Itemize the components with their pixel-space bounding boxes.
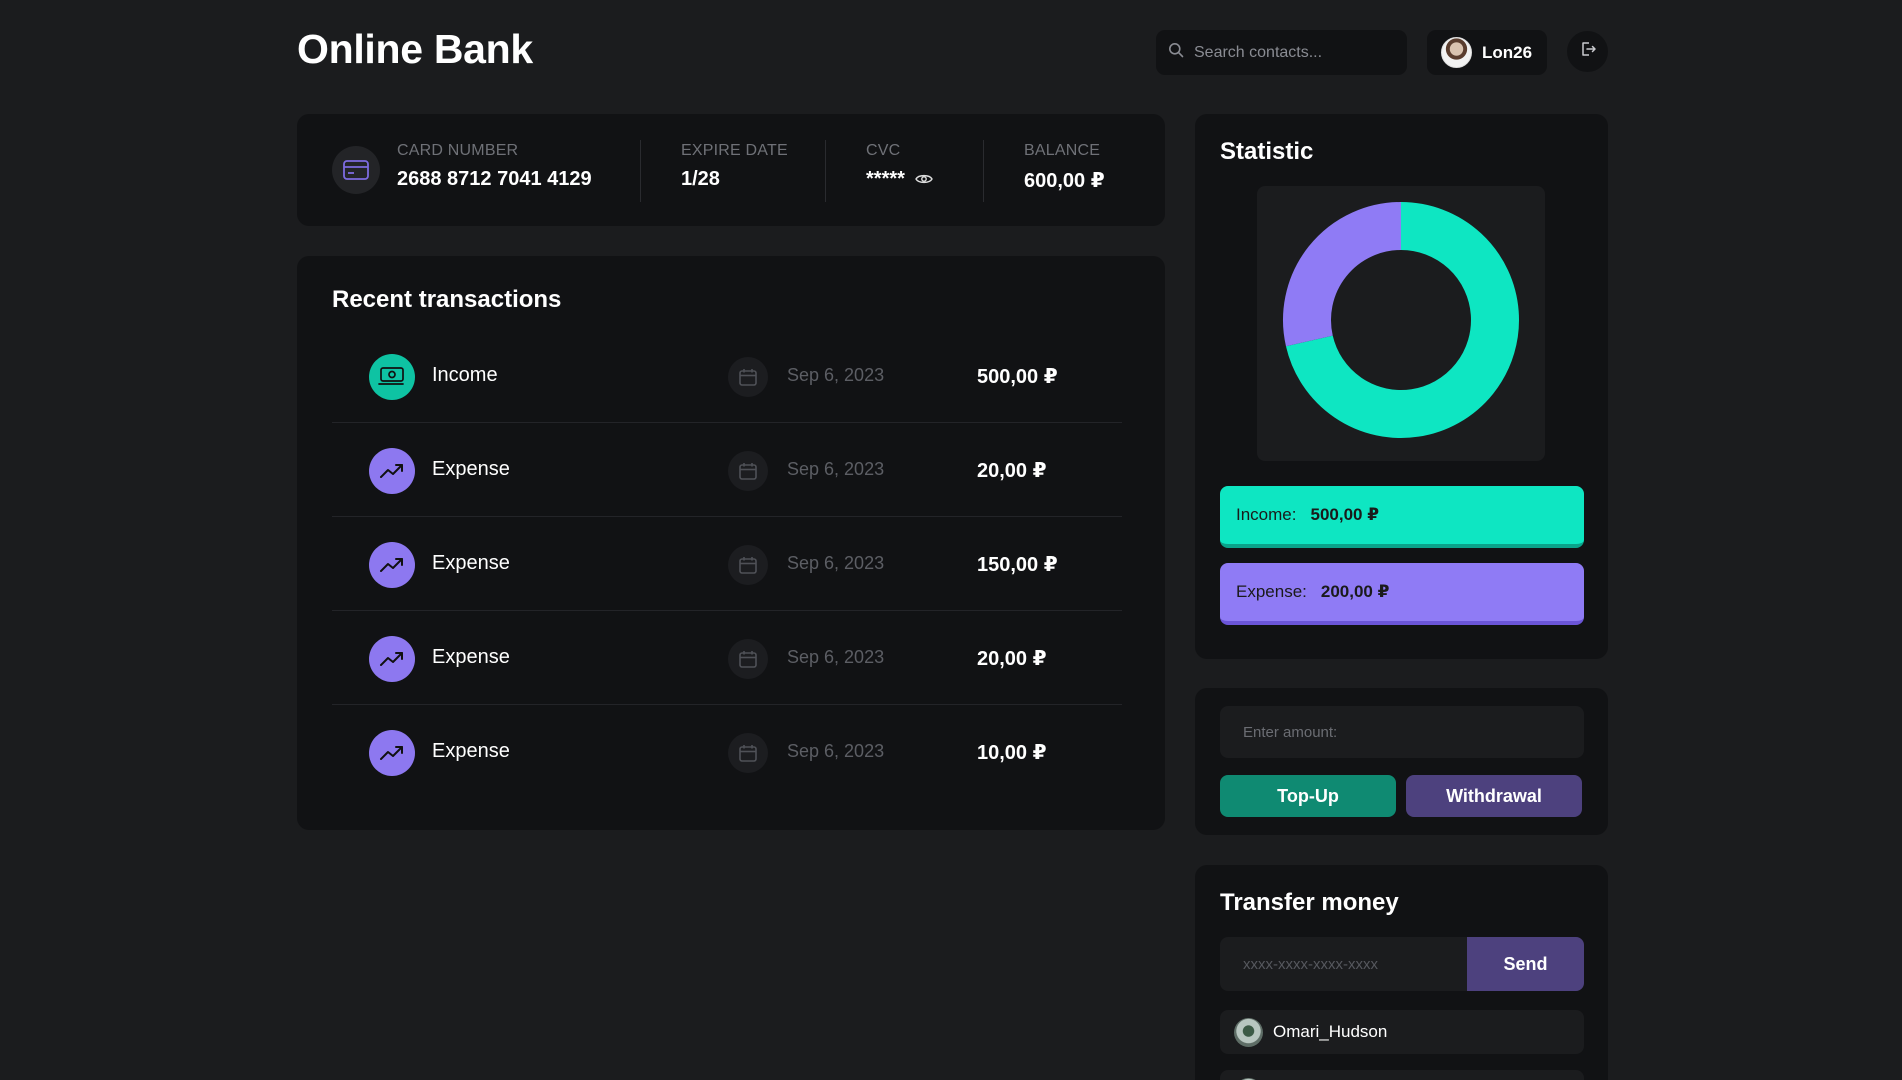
contact-item[interactable]	[1220, 1070, 1584, 1080]
calendar-icon	[728, 357, 768, 397]
transaction-type: Expense	[432, 552, 510, 574]
card-number-label: CARD NUMBER	[397, 142, 519, 159]
cvc-label: CVC	[866, 142, 901, 159]
balance-value: 600,00 ₽	[1024, 170, 1105, 192]
transaction-amount: 10,00 ₽	[977, 742, 1047, 764]
card-info-panel: CARD NUMBER 2688 8712 7041 4129 EXPIRE D…	[297, 114, 1165, 226]
search-input[interactable]	[1194, 43, 1384, 62]
transaction-date: Sep 6, 2023	[787, 741, 885, 761]
divider	[640, 140, 641, 202]
eye-icon[interactable]	[915, 168, 933, 191]
trending-up-icon	[369, 448, 415, 494]
transactions-title: Recent transactions	[332, 286, 562, 313]
transaction-row[interactable]: Expense Sep 6, 2023 20,00 ₽	[332, 423, 1122, 517]
transaction-row[interactable]: Expense Sep 6, 2023 150,00 ₽	[332, 517, 1122, 611]
donut-chart	[1257, 186, 1545, 461]
expense-value: 200,00 ₽	[1320, 582, 1390, 601]
search-box[interactable]	[1156, 30, 1407, 75]
transaction-row[interactable]: Expense Sep 6, 2023 20,00 ₽	[332, 611, 1122, 705]
statistic-panel: Statistic Income: 500,00 ₽ Expense: 200,…	[1195, 114, 1608, 659]
balance-field: BALANCE 600,00 ₽	[1024, 142, 1105, 193]
calendar-icon	[728, 545, 768, 585]
transaction-type: Expense	[432, 458, 510, 480]
search-icon	[1168, 42, 1184, 63]
online-bank-app: Online Bank Lon26 CARD NUMBER 2688 8712 …	[0, 0, 1902, 1080]
transfer-title: Transfer money	[1220, 889, 1399, 916]
avatar	[1441, 37, 1472, 68]
username: Lon26	[1482, 42, 1533, 62]
calendar-icon	[728, 733, 768, 773]
cvc-value: *****	[866, 168, 905, 190]
transaction-amount: 20,00 ₽	[977, 648, 1047, 670]
donut-chart-svg	[1283, 202, 1519, 438]
cvc-field: CVC *****	[866, 142, 933, 191]
logout-icon	[1579, 40, 1597, 63]
withdrawal-button[interactable]: Withdrawal	[1406, 775, 1582, 817]
expense-summary: Expense: 200,00 ₽	[1220, 563, 1584, 625]
contact-item[interactable]: Omari_Hudson	[1220, 1010, 1584, 1054]
divider	[983, 140, 984, 202]
top-up-button[interactable]: Top-Up	[1220, 775, 1396, 817]
transaction-date: Sep 6, 2023	[787, 647, 885, 667]
page-title: Online Bank	[297, 26, 533, 72]
transaction-row[interactable]: Expense Sep 6, 2023 10,00 ₽	[332, 705, 1122, 799]
transfer-money-panel: Transfer money Send Omari_Hudson	[1195, 865, 1608, 1080]
recent-transactions-panel: Recent transactions Income Sep 6, 2023 5…	[297, 256, 1165, 830]
card-number-value: 2688 8712 7041 4129	[397, 168, 592, 190]
balance-label: BALANCE	[1024, 142, 1101, 159]
send-button[interactable]: Send	[1467, 937, 1584, 991]
transaction-row[interactable]: Income Sep 6, 2023 500,00 ₽	[332, 329, 1122, 423]
avatar	[1234, 1017, 1263, 1047]
transaction-date: Sep 6, 2023	[787, 365, 885, 385]
credit-card-icon	[332, 146, 380, 194]
donut-slice-expense	[1283, 202, 1402, 347]
card-number-field: CARD NUMBER 2688 8712 7041 4129	[397, 142, 592, 191]
transaction-date: Sep 6, 2023	[787, 553, 885, 573]
income-summary: Income: 500,00 ₽	[1220, 486, 1584, 548]
user-menu[interactable]: Lon26	[1427, 30, 1547, 75]
transaction-amount: 500,00 ₽	[977, 366, 1058, 388]
divider	[825, 140, 826, 202]
calendar-icon	[728, 639, 768, 679]
income-label: Income:	[1236, 505, 1297, 524]
expire-date-field: EXPIRE DATE 1/28	[681, 142, 788, 191]
trending-up-icon	[369, 636, 415, 682]
transaction-amount: 20,00 ₽	[977, 460, 1047, 482]
logout-button[interactable]	[1567, 31, 1608, 72]
expire-date-label: EXPIRE DATE	[681, 142, 788, 159]
calendar-icon	[728, 451, 768, 491]
amount-input[interactable]	[1220, 706, 1584, 758]
money-icon	[369, 354, 415, 400]
transaction-type: Expense	[432, 646, 510, 668]
expense-label: Expense:	[1236, 582, 1307, 601]
amount-panel: Top-Up Withdrawal	[1195, 688, 1608, 835]
transaction-type: Expense	[432, 740, 510, 762]
statistic-title: Statistic	[1220, 138, 1314, 165]
income-value: 500,00 ₽	[1310, 505, 1380, 524]
transaction-date: Sep 6, 2023	[787, 459, 885, 479]
trending-up-icon	[369, 542, 415, 588]
expire-date-value: 1/28	[681, 168, 720, 190]
transaction-amount: 150,00 ₽	[977, 554, 1058, 576]
card-number-input[interactable]	[1220, 937, 1468, 991]
transaction-type: Income	[432, 364, 498, 386]
contact-name: Omari_Hudson	[1273, 1022, 1388, 1041]
trending-up-icon	[369, 730, 415, 776]
